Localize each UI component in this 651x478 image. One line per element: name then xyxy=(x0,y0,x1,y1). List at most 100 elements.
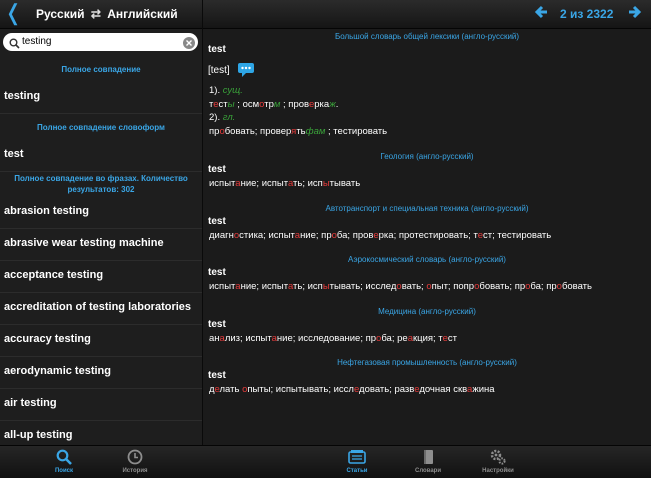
translation-line: пробовать; проверятьфам ; тестировать xyxy=(209,126,387,137)
text-fragment: испыт xyxy=(209,178,236,189)
text-fragment: ть; исп xyxy=(293,281,323,292)
tab-label: Статьи xyxy=(346,468,368,474)
text-fragment: пыты; испытывать; иссл xyxy=(247,384,354,395)
text-fragment: ба; пров xyxy=(336,230,374,241)
text-fragment: довать; разв xyxy=(359,384,415,395)
headword: test xyxy=(208,164,226,175)
dictionary-title[interactable]: Медицина (англо-русский) xyxy=(203,307,651,316)
headword: test xyxy=(208,44,226,55)
list-item[interactable]: aerodynamic testing xyxy=(0,357,202,389)
text-fragment: ; тестировать xyxy=(325,126,388,137)
text-fragment: . xyxy=(335,99,339,110)
list-item-label: testing xyxy=(4,90,41,102)
translation-line: анализ; испытание; исследование; проба; … xyxy=(209,333,457,344)
sense-number: 2). xyxy=(209,112,221,123)
text-fragment: ние; исследование; пр xyxy=(276,333,377,344)
dictionary-title[interactable]: Автотранспорт и специальная техника (анг… xyxy=(203,204,651,213)
text-fragment: ние; испыт xyxy=(240,281,288,292)
list-item-label: all-up testing xyxy=(4,429,73,441)
phrases-header-line1: Полное совпадение во фразах. Количество xyxy=(14,174,188,183)
sense-number: 1). xyxy=(209,85,221,96)
exact-match-item[interactable]: testing xyxy=(0,82,202,114)
direction-to: Английский xyxy=(107,7,178,21)
text-fragment: ние; пр xyxy=(300,230,332,241)
wordform-item[interactable]: test xyxy=(0,140,202,172)
dictionary-title[interactable]: Большой словарь общей лексики (англо-рус… xyxy=(203,32,651,41)
translation-line: испытание; испытать; испытывать; исследо… xyxy=(209,281,592,292)
clear-icon[interactable] xyxy=(183,36,195,54)
translation-line: диагностика; испытание; проба; проверка;… xyxy=(209,230,551,241)
usage-mark: фам xyxy=(305,126,326,137)
text-fragment: ба; пр xyxy=(530,281,557,292)
text-fragment: рка; протестировать; т xyxy=(378,230,478,241)
phrases-header: Полное совпадение во фразах. Количество … xyxy=(0,173,202,195)
list-item[interactable]: abrasion testing xyxy=(0,197,202,229)
part-of-speech: гл. xyxy=(222,112,236,123)
text-fragment: бовать; провер xyxy=(224,126,292,137)
text-fragment: ст xyxy=(447,333,457,344)
text-fragment: тывать; исслед xyxy=(329,281,397,292)
comment-bubble-icon[interactable] xyxy=(237,62,255,83)
text-fragment: бовать; пр xyxy=(479,281,526,292)
next-arrow-icon[interactable] xyxy=(628,5,642,24)
list-item[interactable]: acceptance testing xyxy=(0,261,202,293)
text-fragment: ан xyxy=(209,333,220,344)
stress-mark: ы xyxy=(322,281,330,292)
search-icon xyxy=(9,36,20,54)
list-item-label: accreditation of testing laboratories xyxy=(4,301,192,313)
list-item-label: acceptance testing xyxy=(4,269,104,281)
direction-title[interactable]: Русский ⇄ Английский xyxy=(36,7,178,21)
clock-icon xyxy=(127,449,143,465)
tab-articles[interactable]: Статьи xyxy=(337,449,377,474)
text-fragment: бовать xyxy=(561,281,592,292)
headword: test xyxy=(208,370,226,381)
text-fragment: стика; испыт xyxy=(239,230,295,241)
text-fragment: вать; xyxy=(401,281,427,292)
results-panel: testing Полное совпадение testing Полное… xyxy=(0,29,202,445)
list-item[interactable]: all-up testing xyxy=(0,421,202,445)
text-fragment: ние; испыт xyxy=(240,178,288,189)
gender-mark: ы xyxy=(227,99,235,110)
list-item[interactable]: accreditation of testing laboratories xyxy=(0,293,202,325)
list-item[interactable]: abrasive wear testing machine xyxy=(0,229,202,261)
dictionary-title[interactable]: Аэрокосмический словарь (англо-русский) xyxy=(203,255,651,264)
list-item[interactable]: accuracy testing xyxy=(0,325,202,357)
tab-dictionaries[interactable]: Словари xyxy=(406,449,450,474)
headword: test xyxy=(208,267,226,278)
tab-history[interactable]: История xyxy=(113,449,157,474)
translation-line: испытание; испытать; испытывать xyxy=(209,178,360,189)
text-fragment: жина xyxy=(472,384,495,395)
tab-label: Поиск xyxy=(54,468,73,474)
text-fragment: ть; исп xyxy=(293,178,323,189)
dictionary-title[interactable]: Геология (англо-русский) xyxy=(203,152,651,161)
search-input[interactable]: testing xyxy=(3,33,198,51)
text-fragment: лать xyxy=(219,384,243,395)
tab-search[interactable]: Поиск xyxy=(44,449,84,474)
swap-icon: ⇄ xyxy=(90,7,101,21)
part-of-speech: сущ. xyxy=(222,85,243,96)
dictionary-title[interactable]: Нефтегазовая промышленность (англо-русск… xyxy=(203,358,651,367)
stress-mark: ы xyxy=(322,178,330,189)
sense-2: 2). гл. xyxy=(209,112,235,123)
text-fragment: пыт; попр xyxy=(431,281,475,292)
text-fragment: диагн xyxy=(209,230,234,241)
list-item-label: test xyxy=(4,148,24,160)
sense-1: 1). сущ. xyxy=(209,85,243,96)
articles-icon xyxy=(348,450,366,464)
wordform-header: Полное совпадение словоформ xyxy=(37,123,165,132)
list-item-label: aerodynamic testing xyxy=(4,365,111,377)
text-fragment: тр xyxy=(264,99,274,110)
tab-label: Словари xyxy=(414,468,442,474)
transcription: [test] xyxy=(208,65,230,76)
tab-label: История xyxy=(122,468,148,474)
text-fragment: пр xyxy=(209,126,220,137)
list-item[interactable]: air testing xyxy=(0,389,202,421)
pager-label: 2 из 2322 xyxy=(560,7,614,21)
text-fragment: лиз; испыт xyxy=(224,333,272,344)
exact-match-header: Полное совпадение xyxy=(61,65,141,74)
chevron-left-icon[interactable]: ❬ xyxy=(4,2,22,24)
previous-arrow-icon[interactable] xyxy=(534,5,548,24)
text-fragment: ба; ре xyxy=(381,333,408,344)
list-item-label: accuracy testing xyxy=(4,333,91,345)
tab-settings[interactable]: Настройки xyxy=(474,449,522,474)
